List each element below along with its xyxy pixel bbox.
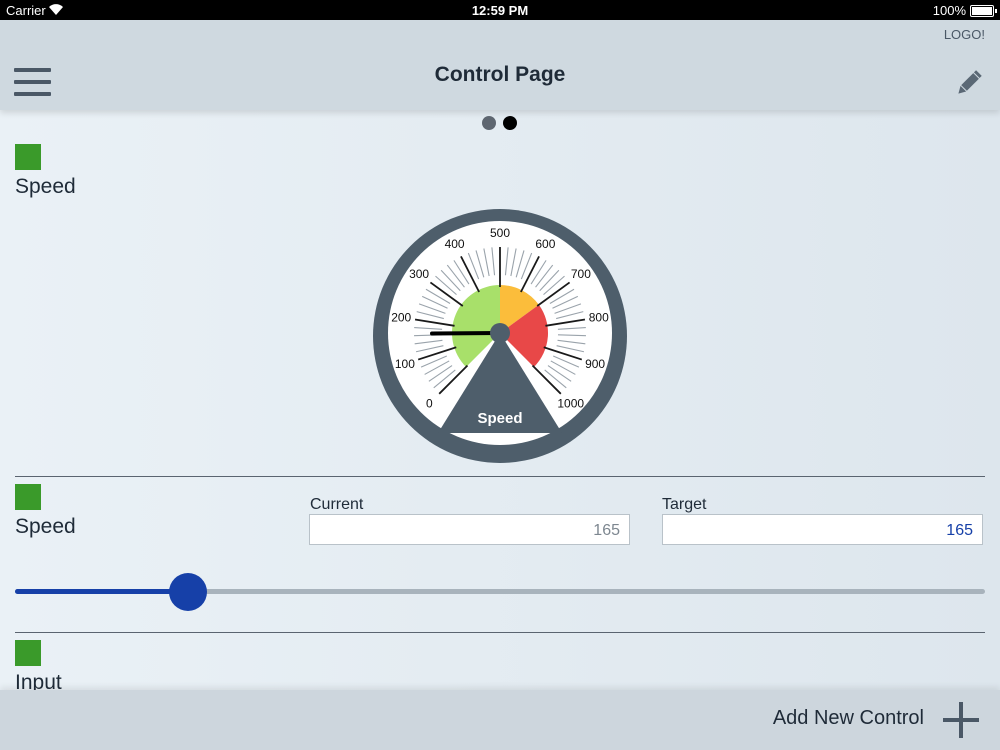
gauge-tick-label: 600 xyxy=(535,237,555,251)
current-label: Current xyxy=(310,496,364,513)
divider xyxy=(15,476,985,477)
pencil-icon[interactable] xyxy=(954,68,984,98)
logo: LOGO! xyxy=(943,27,985,42)
add-new-control-button[interactable]: Add New Control xyxy=(773,707,924,730)
slider-thumb[interactable] xyxy=(168,573,207,611)
battery-icon xyxy=(970,5,997,17)
divider xyxy=(15,632,985,633)
gauge-tick-label: 200 xyxy=(391,310,411,324)
target-value-field[interactable]: 165 xyxy=(662,514,983,545)
page-title: Control Page xyxy=(434,63,566,86)
page-dot-active[interactable] xyxy=(503,116,517,130)
current-value-field: 165 xyxy=(309,514,630,545)
gauge-tick-label: 700 xyxy=(571,267,591,281)
speed-slider[interactable] xyxy=(15,572,985,612)
status-time: 12:59 PM xyxy=(471,3,529,18)
gauge-tick-label: 500 xyxy=(490,226,510,240)
gauge-tick-label: 100 xyxy=(395,357,415,371)
control-color-swatch xyxy=(15,144,41,170)
gauge-hub xyxy=(490,323,510,343)
slider-fill xyxy=(15,589,188,594)
battery-percent: 100% xyxy=(932,3,966,18)
gauge-tick-label: 300 xyxy=(409,267,429,281)
bottom-toolbar: Add New Control xyxy=(0,690,1000,750)
gauge-tick-label: 900 xyxy=(585,357,605,371)
gauge-label: Speed xyxy=(477,410,522,427)
gauge-needle xyxy=(430,331,502,336)
control-color-swatch xyxy=(15,640,41,666)
control-label: Speed xyxy=(15,175,76,198)
page-dot[interactable] xyxy=(482,116,496,130)
status-bar: Carrier 12:59 PM 100% xyxy=(0,0,1000,20)
gauge-tick-label: 1000 xyxy=(557,397,584,411)
target-label: Target xyxy=(662,496,707,513)
plus-icon[interactable] xyxy=(943,702,979,738)
gauge-tick-label: 0 xyxy=(426,397,433,411)
control-color-swatch xyxy=(15,484,41,510)
control-label: Speed xyxy=(15,515,76,538)
gauge-tick-label: 400 xyxy=(445,237,465,251)
speed-gauge: 0 100 200 300 400 500 600 700 800 900 1000 Speed xyxy=(372,208,628,464)
gauge-tick-label: 800 xyxy=(589,310,609,324)
navigation-bar: LOGO! Control Page xyxy=(0,20,1000,110)
